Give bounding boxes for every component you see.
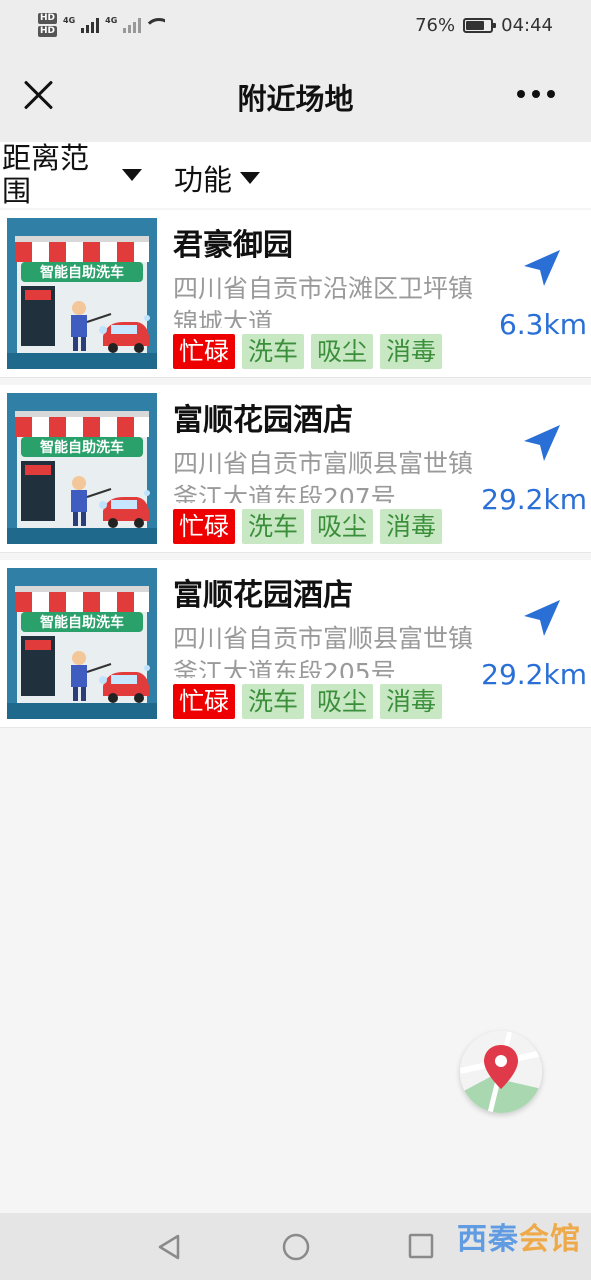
feature-tag: 消毒	[380, 334, 443, 369]
thumbnail-caption: 智能自助洗车	[39, 264, 124, 281]
site-address: 四川省自贡市富顺县富世镇釜江大道东段205号	[173, 624, 474, 678]
navigate-arrow-icon[interactable]	[520, 421, 564, 465]
site-tags: 忙碌 洗车 吸尘 消毒	[173, 509, 443, 544]
more-icon[interactable]	[517, 90, 555, 98]
distance-filter[interactable]: 距离范围	[2, 142, 142, 208]
site-name: 富顺花园酒店	[173, 403, 353, 438]
network-type: 4G	[63, 16, 76, 25]
caret-down-icon	[240, 172, 261, 184]
filter-bar: 距离范围 功能	[0, 142, 591, 208]
site-name: 富顺花园酒店	[173, 578, 353, 613]
site-address: 四川省自贡市富顺县富世镇釜江大道东段207号	[173, 449, 474, 503]
wifi-icon	[147, 18, 165, 32]
function-filter-label: 功能	[174, 163, 233, 197]
feature-tag: 吸尘	[311, 684, 374, 719]
car-wash-thumbnail[interactable]: 智能自助洗车	[7, 568, 157, 719]
recent-apps-icon[interactable]	[408, 1233, 434, 1259]
back-icon[interactable]	[156, 1233, 182, 1261]
caret-down-icon	[122, 169, 142, 181]
feature-tag: 吸尘	[311, 509, 374, 544]
status-badge: 忙碌	[173, 684, 236, 719]
network-type: 4G	[105, 16, 118, 25]
feature-tag: 洗车	[242, 334, 305, 369]
site-list: 智能自助洗车 君豪御园 四川省自贡市沿滩区卫坪镇锦城大道 忙碌 洗车 吸尘 消毒…	[0, 208, 591, 728]
car-wash-illustration: 智能自助洗车	[7, 393, 157, 544]
navigate-arrow-icon[interactable]	[520, 246, 564, 290]
car-wash-illustration: 智能自助洗车	[7, 218, 157, 369]
map-button[interactable]	[460, 1031, 542, 1113]
car-wash-illustration: 智能自助洗车	[7, 568, 157, 719]
site-name: 君豪御园	[173, 228, 293, 263]
site-tags: 忙碌 洗车 吸尘 消毒	[173, 334, 443, 369]
thumbnail-caption: 智能自助洗车	[39, 614, 124, 631]
feature-tag: 洗车	[242, 684, 305, 719]
watermark: 西秦会馆	[457, 1222, 581, 1257]
site-card[interactable]: 智能自助洗车 富顺花园酒店 四川省自贡市富顺县富世镇釜江大道东段205号 忙碌 …	[0, 560, 591, 728]
site-card[interactable]: 智能自助洗车 富顺花园酒店 四川省自贡市富顺县富世镇釜江大道东段207号 忙碌 …	[0, 385, 591, 553]
feature-tag: 吸尘	[311, 334, 374, 369]
feature-tag: 消毒	[380, 684, 443, 719]
status-badge: 忙碌	[173, 509, 236, 544]
feature-tag: 洗车	[242, 509, 305, 544]
status-bar: HD HD 4G 4G 76% 04:44	[0, 0, 591, 50]
map-pin-icon	[460, 1031, 542, 1113]
site-tags: 忙碌 洗车 吸尘 消毒	[173, 684, 443, 719]
site-distance: 29.2km	[481, 483, 587, 516]
hd-indicator: HD HD	[38, 13, 58, 37]
function-filter[interactable]: 功能	[174, 157, 261, 199]
navigate-arrow-icon[interactable]	[520, 596, 564, 640]
title-bar: 附近场地	[0, 50, 591, 142]
site-distance: 29.2km	[481, 658, 587, 691]
site-address: 四川省自贡市沿滩区卫坪镇锦城大道	[173, 274, 474, 328]
site-distance: 6.3km	[498, 308, 587, 341]
site-card[interactable]: 智能自助洗车 君豪御园 四川省自贡市沿滩区卫坪镇锦城大道 忙碌 洗车 吸尘 消毒…	[0, 210, 591, 378]
signal-icon	[123, 17, 142, 33]
home-icon[interactable]	[281, 1232, 311, 1262]
page-title: 附近场地	[237, 82, 354, 116]
car-wash-thumbnail[interactable]: 智能自助洗车	[7, 393, 157, 544]
battery-icon	[463, 17, 497, 33]
thumbnail-caption: 智能自助洗车	[39, 439, 124, 456]
status-badge: 忙碌	[173, 334, 236, 369]
feature-tag: 消毒	[380, 509, 443, 544]
clock: 04:44	[501, 14, 553, 36]
car-wash-thumbnail[interactable]: 智能自助洗车	[7, 218, 157, 369]
distance-filter-label: 距离范围	[2, 141, 90, 208]
signal-icon	[81, 17, 100, 33]
battery-percent: 76%	[415, 14, 456, 36]
